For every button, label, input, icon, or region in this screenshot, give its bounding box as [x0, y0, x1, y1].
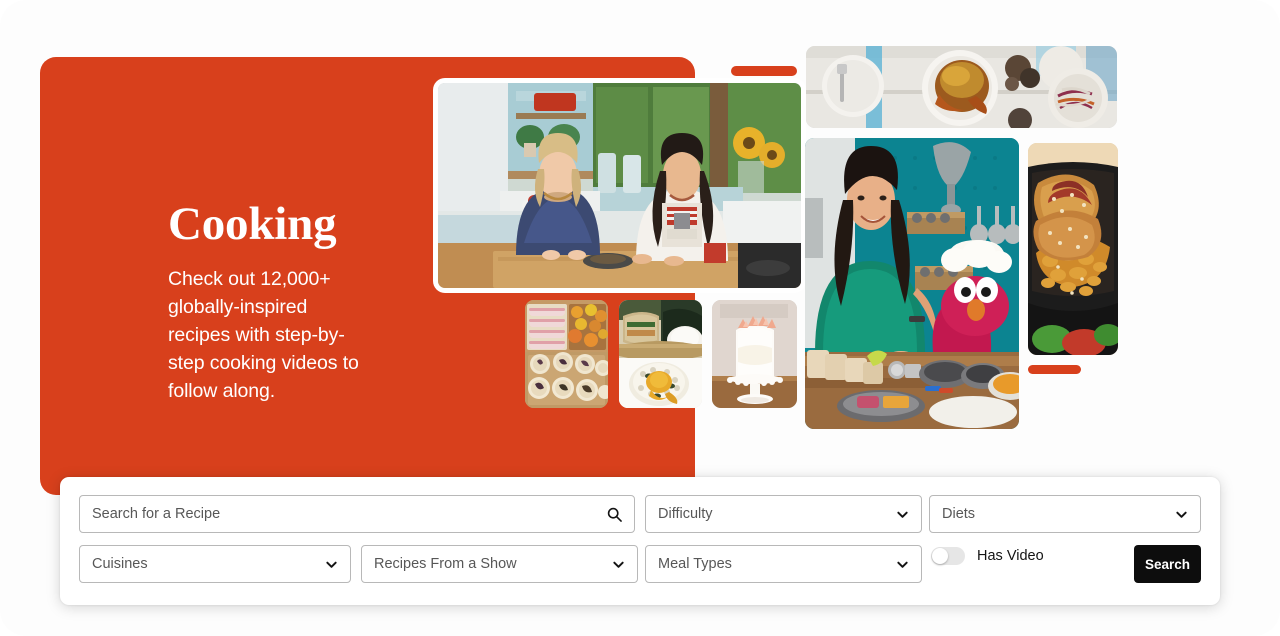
accent-pill-bottom: [1028, 365, 1081, 374]
search-icon[interactable]: [607, 507, 622, 522]
has-video-toggle-wrapper[interactable]: Has Video: [931, 547, 1044, 565]
collage-image-frosted-cake: [712, 300, 797, 408]
select-meal-types-label: Meal Types: [658, 556, 732, 572]
chevron-down-icon: [325, 558, 338, 571]
select-difficulty[interactable]: Difficulty: [645, 495, 922, 533]
chevron-down-icon: [612, 558, 625, 571]
select-recipes-from-a-show-label: Recipes From a Show: [374, 556, 517, 572]
image-collage: [0, 0, 1280, 500]
collage-image-hero-kitchen-hosts: [438, 83, 801, 288]
toggle-knob: [932, 548, 948, 564]
select-diets[interactable]: Diets: [929, 495, 1201, 533]
select-diets-label: Diets: [942, 506, 976, 522]
chevron-down-icon: [896, 558, 909, 571]
collage-image-bento-cookies: [525, 300, 608, 408]
collage-image-fried-chicken-bowl: [1028, 143, 1118, 355]
chevron-down-icon: [896, 508, 909, 521]
select-recipes-from-a-show[interactable]: Recipes From a Show: [361, 545, 638, 583]
select-cuisines-label: Cuisines: [92, 556, 148, 572]
has-video-label: Has Video: [977, 548, 1044, 564]
search-input[interactable]: Search for a Recipe: [92, 506, 601, 522]
collage-image-sushi-onigiri: [619, 300, 702, 408]
search-input-wrapper[interactable]: Search for a Recipe: [79, 495, 635, 533]
chevron-down-icon: [1175, 508, 1188, 521]
select-difficulty-label: Difficulty: [658, 506, 713, 522]
select-meal-types[interactable]: Meal Types: [645, 545, 922, 583]
recipe-search-card: Search for a Recipe Difficulty Diets Cui…: [60, 477, 1220, 605]
page-frame: Cooking Check out 12,000+ globally-inspi…: [0, 0, 1280, 636]
collage-image-top-plated-food: [806, 46, 1117, 128]
search-button[interactable]: Search: [1134, 545, 1201, 583]
accent-pill-top: [731, 66, 797, 76]
select-cuisines[interactable]: Cuisines: [79, 545, 351, 583]
has-video-toggle[interactable]: [931, 547, 965, 565]
collage-image-chef-with-puppet: [805, 138, 1019, 429]
